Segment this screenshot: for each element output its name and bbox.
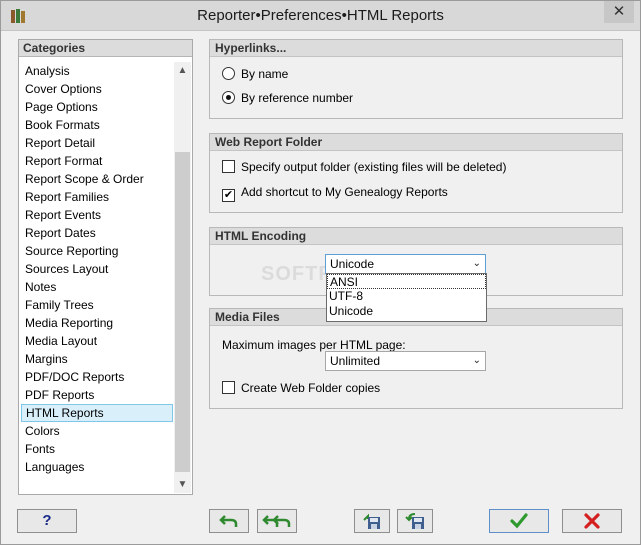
cancel-button[interactable] [562, 509, 622, 533]
category-item-analysis[interactable]: Analysis [21, 62, 173, 80]
save-disk-icon [363, 513, 380, 529]
category-item-media-reporting[interactable]: Media Reporting [21, 314, 173, 332]
category-item-page-options[interactable]: Page Options [21, 98, 173, 116]
category-item-pdf-reports[interactable]: PDF Reports [21, 386, 173, 404]
hyperlinks-group: Hyperlinks... By name By reference numbe… [209, 39, 623, 119]
web-report-folder-group: Web Report Folder Specify output folder … [209, 133, 623, 213]
category-item-notes[interactable]: Notes [21, 278, 173, 296]
hyperlinks-title: Hyperlinks... [210, 40, 622, 57]
specify-folder-label: Specify output folder (existing files wi… [241, 160, 507, 174]
category-item-source-reporting[interactable]: Source Reporting [21, 242, 173, 260]
radio-by-name[interactable]: By name [222, 65, 288, 83]
category-item-pdf-doc-reports[interactable]: PDF/DOC Reports [21, 368, 173, 386]
chevron-down-icon: ⌄ [472, 355, 481, 366]
category-item-family-trees[interactable]: Family Trees [21, 296, 173, 314]
category-item-cover-options[interactable]: Cover Options [21, 80, 173, 98]
category-item-media-layout[interactable]: Media Layout [21, 332, 173, 350]
category-item-book-formats[interactable]: Book Formats [21, 116, 173, 134]
category-item-fonts[interactable]: Fonts [21, 440, 173, 458]
create-copies-check-icon[interactable] [222, 381, 235, 394]
ok-button[interactable] [489, 509, 549, 533]
html-encoding-title: HTML Encoding [210, 228, 622, 245]
radio-by-reference[interactable]: By reference number [222, 89, 353, 107]
max-images-select[interactable]: Unlimited ⌄ [325, 351, 486, 371]
categories-scrollbar[interactable]: ▲ ▼ [174, 62, 191, 493]
encoding-select[interactable]: Unicode ⌄ [325, 254, 486, 274]
undo-all-button[interactable] [257, 509, 297, 533]
checkmark-icon [510, 513, 528, 529]
add-shortcut-label: Add shortcut to My Genealogy Reports [241, 185, 448, 199]
category-item-report-families[interactable]: Report Families [21, 188, 173, 206]
preferences-window: Reporter•Preferences•HTML Reports ✕ Cate… [0, 0, 641, 545]
category-item-margins[interactable]: Margins [21, 350, 173, 368]
scrollbar-thumb[interactable] [175, 152, 190, 472]
encoding-dropdown-list: ANSI UTF-8 Unicode [326, 273, 487, 322]
chevron-down-icon: ⌄ [472, 258, 481, 269]
add-shortcut-checkbox[interactable]: ✔ Add shortcut to My Genealogy Reports [222, 183, 448, 202]
close-button[interactable]: ✕ [604, 1, 634, 23]
load-disk-icon [405, 513, 424, 529]
category-item-html-reports[interactable]: HTML Reports [21, 404, 173, 422]
cross-icon [584, 513, 600, 529]
encoding-option-utf8[interactable]: UTF-8 [327, 289, 486, 304]
specify-folder-check-icon[interactable] [222, 160, 235, 173]
window-title: Reporter•Preferences•HTML Reports [197, 7, 444, 24]
category-item-report-dates[interactable]: Report Dates [21, 224, 173, 242]
category-item-report-detail[interactable]: Report Detail [21, 134, 173, 152]
help-button[interactable]: ? [17, 509, 77, 533]
title-bar: Reporter•Preferences•HTML Reports ✕ [1, 1, 640, 31]
save-settings-button[interactable] [354, 509, 390, 533]
undo-arrow-icon [219, 515, 238, 527]
categories-header: Categories [19, 40, 192, 57]
scroll-down-icon[interactable]: ▼ [174, 476, 191, 493]
encoding-option-ansi[interactable]: ANSI [327, 274, 486, 289]
radio-by-name-icon[interactable] [222, 67, 235, 80]
specify-folder-checkbox[interactable]: Specify output folder (existing files wi… [222, 158, 506, 176]
radio-by-reference-icon[interactable] [222, 91, 235, 104]
max-images-select-value: Unlimited [330, 354, 381, 368]
load-settings-button[interactable] [397, 509, 433, 533]
create-copies-checkbox[interactable]: Create Web Folder copies [222, 379, 380, 397]
web-report-folder-title: Web Report Folder [210, 134, 622, 151]
category-item-report-scope[interactable]: Report Scope & Order [21, 170, 173, 188]
category-item-report-events[interactable]: Report Events [21, 206, 173, 224]
category-item-sources-layout[interactable]: Sources Layout [21, 260, 173, 278]
add-shortcut-check-icon[interactable]: ✔ [222, 189, 235, 202]
radio-by-reference-label: By reference number [241, 91, 354, 105]
category-item-colors[interactable]: Colors [21, 422, 173, 440]
category-item-languages[interactable]: Languages [21, 458, 173, 476]
categories-panel: Categories Analysis Cover Options Page O… [18, 39, 193, 495]
categories-list: Analysis Cover Options Page Options Book… [21, 62, 173, 476]
undo-all-arrows-icon [262, 515, 291, 527]
create-copies-label: Create Web Folder copies [241, 381, 381, 395]
scroll-up-icon[interactable]: ▲ [174, 62, 191, 79]
radio-by-name-label: By name [241, 67, 289, 81]
encoding-select-value: Unicode [330, 257, 375, 271]
encoding-option-unicode[interactable]: Unicode [327, 304, 486, 319]
category-item-report-format[interactable]: Report Format [21, 152, 173, 170]
undo-button[interactable] [209, 509, 249, 533]
